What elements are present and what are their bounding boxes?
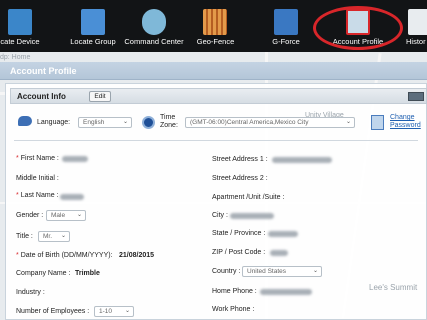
timezone-label: Time — [160, 114, 176, 121]
home-phone-value — [260, 289, 312, 295]
panel-header: Account Profile — [0, 62, 427, 80]
state-value — [268, 231, 298, 237]
city-label: City : — [212, 212, 228, 219]
first-name-value — [62, 156, 88, 162]
last-name-label: * Last Name : — [16, 192, 59, 199]
gender-select[interactable]: Male ⌄ — [46, 210, 86, 221]
nav-label: Histor — [406, 37, 426, 46]
zip-label: ZIP / Post Code : — [212, 249, 266, 256]
breadcrumb: dp: Home — [0, 54, 31, 61]
command-center-icon — [142, 9, 166, 35]
nav-label: Geo-Fence — [196, 37, 235, 46]
section-header: Account Info — [10, 88, 427, 104]
nav-label: Locate Group — [70, 37, 116, 46]
password-icon — [371, 115, 384, 130]
nav-label: cate Device — [0, 37, 40, 46]
highlight-circle — [313, 6, 403, 50]
nav-g-force[interactable]: G-Force — [263, 0, 309, 52]
middle-initial-label: Middle Initial : — [16, 175, 59, 182]
dob-label: * Date of Birth (DD/MM/YYYY): — [16, 252, 113, 259]
g-force-icon — [274, 9, 298, 35]
title-select[interactable]: Mr. ⌄ — [38, 231, 70, 242]
change-password-link[interactable]: Password — [390, 122, 421, 130]
employees-select[interactable]: 1-10 ⌄ — [94, 306, 134, 317]
last-name-text: Last Name : — [20, 192, 59, 199]
nav-command-center[interactable]: Command Center — [123, 0, 185, 52]
street2-label: Street Address 2 : — [212, 175, 268, 182]
locate-device-icon — [8, 9, 32, 35]
country-value: United States — [247, 268, 287, 275]
gender-label: Gender : — [16, 212, 44, 219]
country-select[interactable]: United States ⌄ — [242, 266, 322, 277]
geo-fence-icon — [203, 9, 227, 35]
timezone-label: Zone: — [160, 122, 178, 129]
change-password-link[interactable]: Change — [390, 114, 415, 122]
title-value: Mr. — [43, 233, 53, 240]
zip-value — [270, 250, 288, 256]
map-label: Lee's Summit — [369, 283, 418, 292]
language-select[interactable]: English ⌄ — [78, 117, 132, 128]
last-name-value — [60, 194, 84, 200]
top-navigation: cate Device Locate Group Command Center … — [0, 0, 427, 52]
nav-geo-fence[interactable]: Geo-Fence — [188, 0, 243, 52]
work-phone-label: Work Phone : — [212, 306, 255, 313]
edit-button[interactable]: Edit — [89, 91, 111, 102]
employees-value: 1-10 — [99, 308, 113, 315]
nav-label: G-Force — [272, 37, 300, 46]
country-label: Country : — [212, 268, 241, 275]
city-value — [230, 213, 274, 219]
nav-history[interactable]: Histor — [400, 0, 427, 52]
first-name-label: * First Name : — [16, 155, 59, 162]
company-label: Company Name : — [16, 270, 71, 277]
language-icon — [18, 116, 32, 126]
section-title: Account Info — [17, 92, 66, 101]
industry-label: Industry : — [16, 289, 45, 296]
nav-label: Command Center — [124, 37, 184, 46]
gender-value: Male — [51, 212, 66, 219]
history-icon — [408, 9, 427, 35]
clock-icon — [142, 116, 155, 129]
timezone-value: (GMT-06:00)Central America,Mexico City — [190, 119, 309, 126]
state-label: State / Province : — [212, 230, 266, 237]
title-label: Title : — [16, 233, 33, 240]
language-value: English — [83, 119, 105, 126]
locate-group-icon — [81, 9, 105, 35]
nav-locate-group[interactable]: Locate Group — [62, 0, 124, 52]
company-value: Trimble — [75, 270, 100, 277]
divider — [14, 140, 418, 141]
panel-title: Account Profile — [10, 66, 77, 76]
timezone-select[interactable]: (GMT-06:00)Central America,Mexico City ⌄ — [185, 117, 355, 128]
home-phone-label: Home Phone : — [212, 288, 257, 295]
language-label: Language: — [37, 119, 71, 126]
dob-text: Date of Birth (DD/MM/YYYY): — [20, 252, 113, 259]
employees-label: Number of Employees : — [16, 308, 90, 315]
street1-label: Street Address 1 : — [212, 156, 268, 163]
street1-value — [272, 157, 332, 163]
dob-value: 21/08/2015 — [119, 252, 155, 259]
apartment-label: Apartment /Unit /Suite : — [212, 194, 285, 201]
first-name-text: First Name : — [20, 155, 59, 162]
collapse-button[interactable] — [408, 92, 424, 101]
nav-locate-device[interactable]: cate Device — [0, 0, 46, 52]
